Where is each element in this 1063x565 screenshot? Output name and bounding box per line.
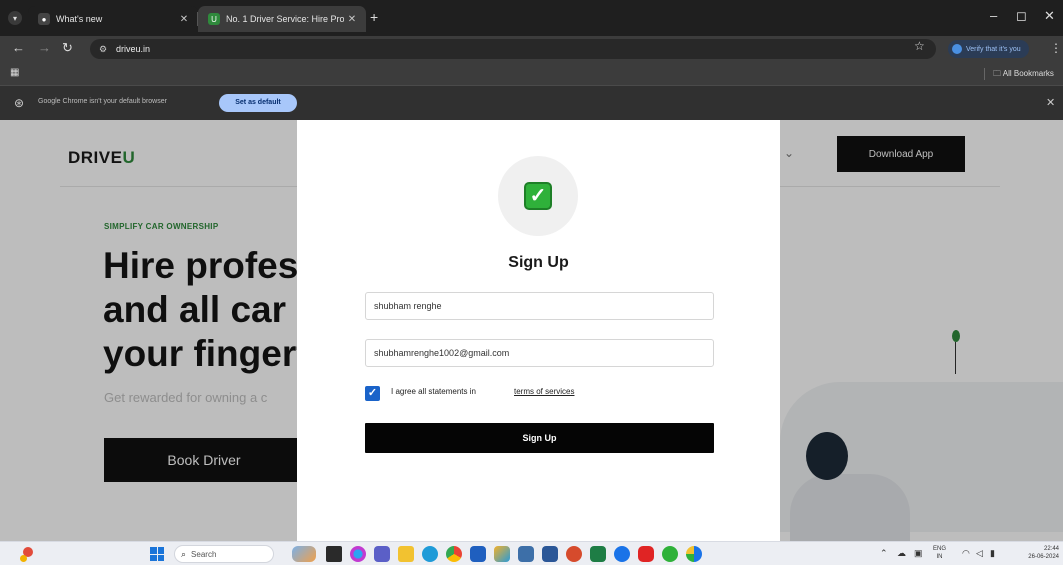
infobar-message: Google Chrome isn't your default browser xyxy=(38,98,167,105)
browser-toolbar: ← → ↻ ⚙ driveu.in ☆ Verify that it's you… xyxy=(0,36,1063,62)
tab-whats-new[interactable]: ● What's new ✕ xyxy=(28,6,198,32)
outlook-icon[interactable] xyxy=(614,546,630,562)
driveu-favicon-icon: U xyxy=(208,13,220,25)
devices-icon[interactable]: ▣ xyxy=(914,547,923,559)
language-region: IN xyxy=(936,554,943,560)
all-bookmarks-label: All Bookmarks xyxy=(1002,69,1054,78)
apps-grid-icon[interactable]: ▦ xyxy=(10,67,19,78)
close-tab-icon[interactable]: ✕ xyxy=(176,14,192,25)
start-menu-icon[interactable] xyxy=(150,547,164,561)
whatsapp-icon[interactable] xyxy=(662,546,678,562)
search-placeholder: Search xyxy=(191,549,217,559)
bookmark-star-icon[interactable]: ☆ xyxy=(914,39,925,53)
more-menu-icon[interactable]: ⋮ xyxy=(1050,41,1062,55)
terms-checkbox[interactable]: ✓ xyxy=(365,386,380,401)
taskbar-clock[interactable]: 22:44 26-06-2024 xyxy=(1015,545,1059,561)
chrome-icon: ● xyxy=(38,13,50,25)
volume-icon[interactable]: ◁ xyxy=(976,547,983,559)
chrome-taskbar-icon[interactable] xyxy=(446,546,462,562)
copilot-icon[interactable] xyxy=(350,546,366,562)
battery-icon[interactable]: ▮ xyxy=(990,547,995,559)
success-badge: ✓ xyxy=(498,156,578,236)
weather-widget-icon[interactable] xyxy=(20,546,36,562)
minimize-icon[interactable]: – xyxy=(990,9,997,23)
new-tab-icon[interactable]: + xyxy=(370,10,378,24)
set-default-button[interactable]: Set as default xyxy=(219,94,297,112)
default-browser-infobar: ⊛ Google Chrome isn't your default brows… xyxy=(0,86,1063,120)
google-app-icon[interactable] xyxy=(686,546,702,562)
reload-icon[interactable]: ↻ xyxy=(62,40,73,56)
address-bar[interactable]: ⚙ driveu.in xyxy=(90,39,936,59)
language-indicator[interactable]: ENG IN xyxy=(933,545,946,561)
wifi-icon[interactable]: ◠ xyxy=(962,547,970,559)
all-bookmarks-button[interactable]: 🗀 All Bookmarks xyxy=(993,68,1054,82)
terms-agree-label: I agree all statements in xyxy=(391,387,476,396)
green-check-icon: ✓ xyxy=(524,182,552,210)
signup-modal: ✓ Sign Up ✓ I agree all statements in te… xyxy=(297,120,780,541)
windows-taskbar: ⌕ Search ⌃ ☁ ▣ ENG IN ◠ ◁ ▮ 22:44 26-06-… xyxy=(0,541,1063,565)
word-icon[interactable] xyxy=(542,546,558,562)
folder-icon: 🗀 xyxy=(993,69,1001,78)
url-text: driveu.in xyxy=(116,44,151,54)
bookmarks-separator xyxy=(984,68,985,80)
camera-icon[interactable] xyxy=(518,546,534,562)
terms-of-services-link[interactable]: terms of services xyxy=(514,386,574,398)
chrome-logo-icon: ⊛ xyxy=(14,96,25,110)
verify-chip-label: Verify that it's you xyxy=(966,45,1021,53)
close-window-icon[interactable]: ✕ xyxy=(1044,9,1055,23)
tab-search-icon[interactable]: ▾ xyxy=(8,11,22,25)
store-icon[interactable] xyxy=(470,546,486,562)
chevron-up-icon[interactable]: ⌃ xyxy=(880,547,888,559)
email-field[interactable] xyxy=(365,339,714,367)
widgets-icon[interactable] xyxy=(292,546,316,562)
tab-title: What's new xyxy=(56,14,103,24)
search-icon: ⌕ xyxy=(181,548,187,559)
edge-icon[interactable] xyxy=(422,546,438,562)
modal-title: Sign Up xyxy=(508,254,569,271)
infobar-close-icon[interactable]: ✕ xyxy=(1046,96,1055,109)
language-code: ENG xyxy=(933,546,947,552)
tab-title: No. 1 Driver Service: Hire Profe xyxy=(226,14,344,24)
powerpoint-icon[interactable] xyxy=(566,546,582,562)
bookmarks-bar: ▦ 🗀 All Bookmarks xyxy=(0,62,1063,86)
profile-avatar-icon xyxy=(952,44,962,54)
taskbar-search-box[interactable]: ⌕ Search xyxy=(174,545,274,563)
restore-icon[interactable]: ◻ xyxy=(1016,9,1027,23)
site-info-icon[interactable]: ⚙ xyxy=(96,42,110,56)
forward-icon[interactable]: → xyxy=(38,40,51,56)
verify-identity-chip[interactable]: Verify that it's you xyxy=(948,40,1029,58)
browser-tab-strip: ▾ ● What's new ✕ U No. 1 Driver Service:… xyxy=(0,0,1063,36)
tab-driveu[interactable]: U No. 1 Driver Service: Hire Profe ✕ xyxy=(198,6,366,32)
teams-icon[interactable] xyxy=(374,546,390,562)
task-view-icon[interactable] xyxy=(326,546,342,562)
sign-up-button[interactable]: Sign Up xyxy=(365,423,714,453)
onedrive-icon[interactable]: ☁ xyxy=(897,547,906,559)
back-icon[interactable]: ← xyxy=(12,40,25,56)
excel-icon[interactable] xyxy=(590,546,606,562)
photos-icon[interactable] xyxy=(494,546,510,562)
file-explorer-icon[interactable] xyxy=(398,546,414,562)
youtube-icon[interactable] xyxy=(638,546,654,562)
clock-date: 26-06-2024 xyxy=(1028,554,1059,560)
clock-time: 22:44 xyxy=(1043,546,1059,552)
name-field[interactable] xyxy=(365,292,714,320)
close-tab-icon[interactable]: ✕ xyxy=(344,14,360,25)
